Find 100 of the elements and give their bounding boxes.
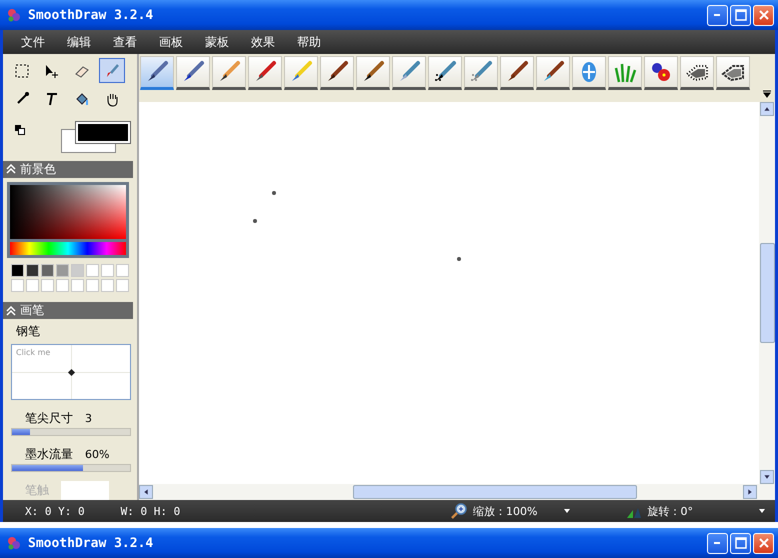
menu-item[interactable]: 效果 [239, 34, 285, 50]
brush-button[interactable] [392, 56, 426, 90]
close-button[interactable] [753, 4, 774, 26]
window-title: SmoothDraw 3.2.4 [28, 8, 154, 22]
app-icon [6, 7, 22, 23]
dropdown-arrow-icon[interactable] [759, 509, 765, 513]
minimize-icon [712, 13, 722, 17]
close-icon [758, 537, 770, 549]
menu-item[interactable]: 编辑 [55, 34, 101, 50]
minimize-button[interactable] [707, 532, 728, 554]
horizontal-scrollbar[interactable] [139, 484, 775, 500]
brush-button[interactable] [248, 56, 282, 90]
color-swatch[interactable] [56, 264, 69, 278]
brush-button[interactable] [536, 56, 570, 90]
color-swatch[interactable] [26, 279, 39, 292]
scroll-thumb[interactable] [760, 243, 774, 343]
brush-icon [104, 62, 120, 78]
brush-button[interactable] [212, 56, 246, 90]
close-button[interactable] [753, 532, 774, 554]
window-title: SmoothDraw 3.2.4 [28, 536, 154, 550]
brush-button[interactable] [572, 56, 606, 90]
color-swatch[interactable] [71, 279, 84, 292]
color-swatch[interactable] [101, 264, 114, 278]
color-picker[interactable] [7, 182, 129, 258]
color-swatch[interactable] [116, 264, 129, 278]
brush-icon [505, 60, 529, 84]
maximize-button[interactable] [730, 4, 751, 26]
brush-button[interactable] [176, 56, 210, 90]
color-swatch[interactable] [101, 279, 114, 292]
pencil-icon [217, 60, 241, 84]
scroll-down-icon[interactable] [760, 470, 774, 484]
color-swatch[interactable] [11, 264, 24, 278]
menu-item[interactable]: 画板 [147, 34, 193, 50]
brush-button[interactable] [680, 56, 714, 90]
fill-bucket-icon [74, 90, 90, 106]
brush-icon [361, 60, 385, 84]
color-swatches-drawing[interactable] [61, 121, 131, 153]
color-swatch[interactable] [116, 279, 129, 292]
brush-icon [325, 60, 349, 84]
ink-dot [457, 257, 461, 261]
menu-item[interactable]: 蒙板 [193, 34, 239, 50]
scroll-thumb[interactable] [353, 485, 637, 499]
brush-button[interactable] [284, 56, 318, 90]
collapse-icon[interactable] [6, 306, 16, 316]
scroll-right-icon[interactable] [743, 485, 757, 499]
setting-label: 笔尖尺寸 [25, 410, 73, 427]
menu-item[interactable]: 文件 [9, 34, 55, 50]
menu-item[interactable]: 帮助 [285, 34, 331, 50]
flower-icon [649, 60, 673, 84]
color-swatch[interactable] [71, 264, 84, 278]
scroll-up-icon[interactable] [760, 102, 774, 116]
texture-swatch[interactable] [61, 481, 109, 500]
brush-button[interactable] [644, 56, 678, 90]
color-swatch[interactable] [11, 279, 24, 292]
selection-size: W: 0 H: 0 [120, 504, 180, 518]
setting-label: 笔触 [25, 482, 49, 498]
brush-button[interactable] [716, 56, 750, 90]
brush-icon [541, 60, 565, 84]
brush-button[interactable] [356, 56, 390, 90]
slider-track[interactable] [11, 428, 131, 436]
color-swatch[interactable] [86, 279, 99, 292]
airbrush-icon [397, 60, 421, 84]
dropdown-arrow-icon[interactable] [564, 509, 570, 513]
swap-colors-icon[interactable] [15, 125, 25, 135]
zoom-icon [451, 503, 468, 519]
brush-button[interactable] [428, 56, 462, 90]
section-title: 前景色 [20, 160, 56, 178]
ink-pen-icon [181, 60, 205, 84]
ink-dot [253, 219, 257, 223]
maximize-button[interactable] [730, 532, 751, 554]
brush-button[interactable] [608, 56, 642, 90]
slider-track[interactable] [11, 464, 131, 472]
color-swatch[interactable] [41, 279, 54, 292]
menu-item[interactable]: 查看 [101, 34, 147, 50]
selection-icon [14, 62, 30, 78]
maximize-icon [734, 537, 746, 549]
minimize-button[interactable] [707, 4, 728, 26]
spray-icon [469, 60, 493, 84]
cursor-position: X: 0 Y: 0 [25, 504, 85, 518]
collapse-icon[interactable] [6, 164, 16, 174]
marker-icon [289, 60, 313, 84]
brush-button[interactable] [500, 56, 534, 90]
zoom-level[interactable]: 缩放：100% [473, 504, 538, 518]
preview-hint: Click me [16, 348, 50, 358]
brush-button[interactable] [464, 56, 498, 90]
scroll-left-icon[interactable] [139, 485, 153, 499]
color-swatch[interactable] [56, 279, 69, 292]
maximize-icon [734, 9, 746, 21]
rotation-angle[interactable]: 旋转：0° [648, 504, 693, 518]
minimize-icon [712, 541, 722, 545]
vertical-scrollbar[interactable] [759, 102, 775, 484]
ink-dot [272, 191, 276, 195]
more-arrow-icon[interactable] [763, 90, 771, 98]
move-arrow-icon [44, 62, 60, 78]
text-icon [44, 90, 60, 106]
color-swatch[interactable] [26, 264, 39, 278]
section-title: 画笔 [20, 302, 44, 320]
color-swatch[interactable] [41, 264, 54, 278]
brush-button[interactable] [320, 56, 354, 90]
color-swatch[interactable] [86, 264, 99, 278]
